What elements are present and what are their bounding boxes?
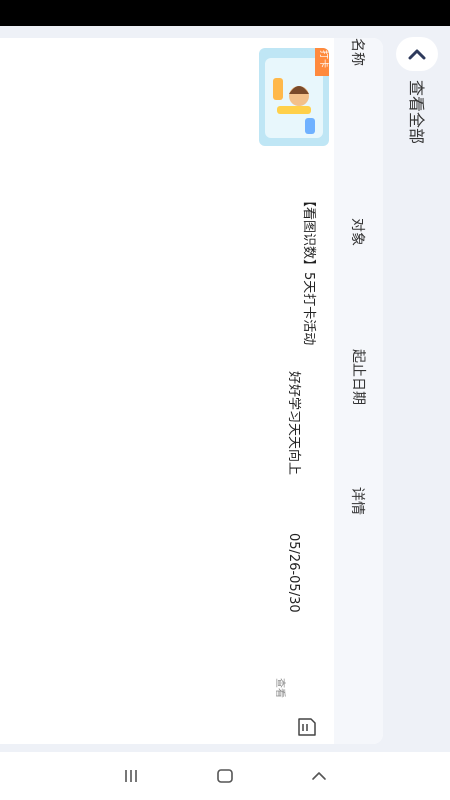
back-icon xyxy=(312,772,326,780)
recent-apps-icon xyxy=(125,770,137,782)
back-button[interactable] xyxy=(309,766,329,786)
collapse-button[interactable] xyxy=(396,37,438,71)
activity-date-range: 05/26-05/30 xyxy=(286,533,301,613)
home-icon xyxy=(217,769,233,783)
recent-apps-button[interactable] xyxy=(121,766,141,786)
home-button[interactable] xyxy=(215,766,235,786)
activity-name: 【看图识数】5天打卡活动 xyxy=(301,194,316,346)
column-header-name: 名称 xyxy=(349,38,365,66)
activity-thumbnail: 打卡 xyxy=(259,48,329,146)
view-detail-button[interactable] xyxy=(296,716,318,738)
view-detail-label[interactable]: 查看 xyxy=(272,673,286,703)
column-header-target: 对象 xyxy=(349,218,365,246)
status-bar xyxy=(0,0,450,26)
thumbnail-badge: 打卡 xyxy=(318,49,328,68)
activity-table-card: 名称 对象 起止日期 详情 打卡 【看图识数】5天打卡活动 好好学习天天向上 0… xyxy=(0,38,383,744)
activity-target: 好好学习天天向上 xyxy=(286,371,301,476)
chevron-up-icon xyxy=(408,49,426,60)
table-header: 名称 对象 起止日期 详情 xyxy=(334,38,383,744)
column-header-detail: 详情 xyxy=(349,487,365,515)
document-icon xyxy=(298,718,316,736)
column-header-date-range: 起止日期 xyxy=(350,349,366,405)
system-nav-bar xyxy=(0,752,450,800)
view-all-link[interactable]: 查看全部 xyxy=(405,80,427,150)
